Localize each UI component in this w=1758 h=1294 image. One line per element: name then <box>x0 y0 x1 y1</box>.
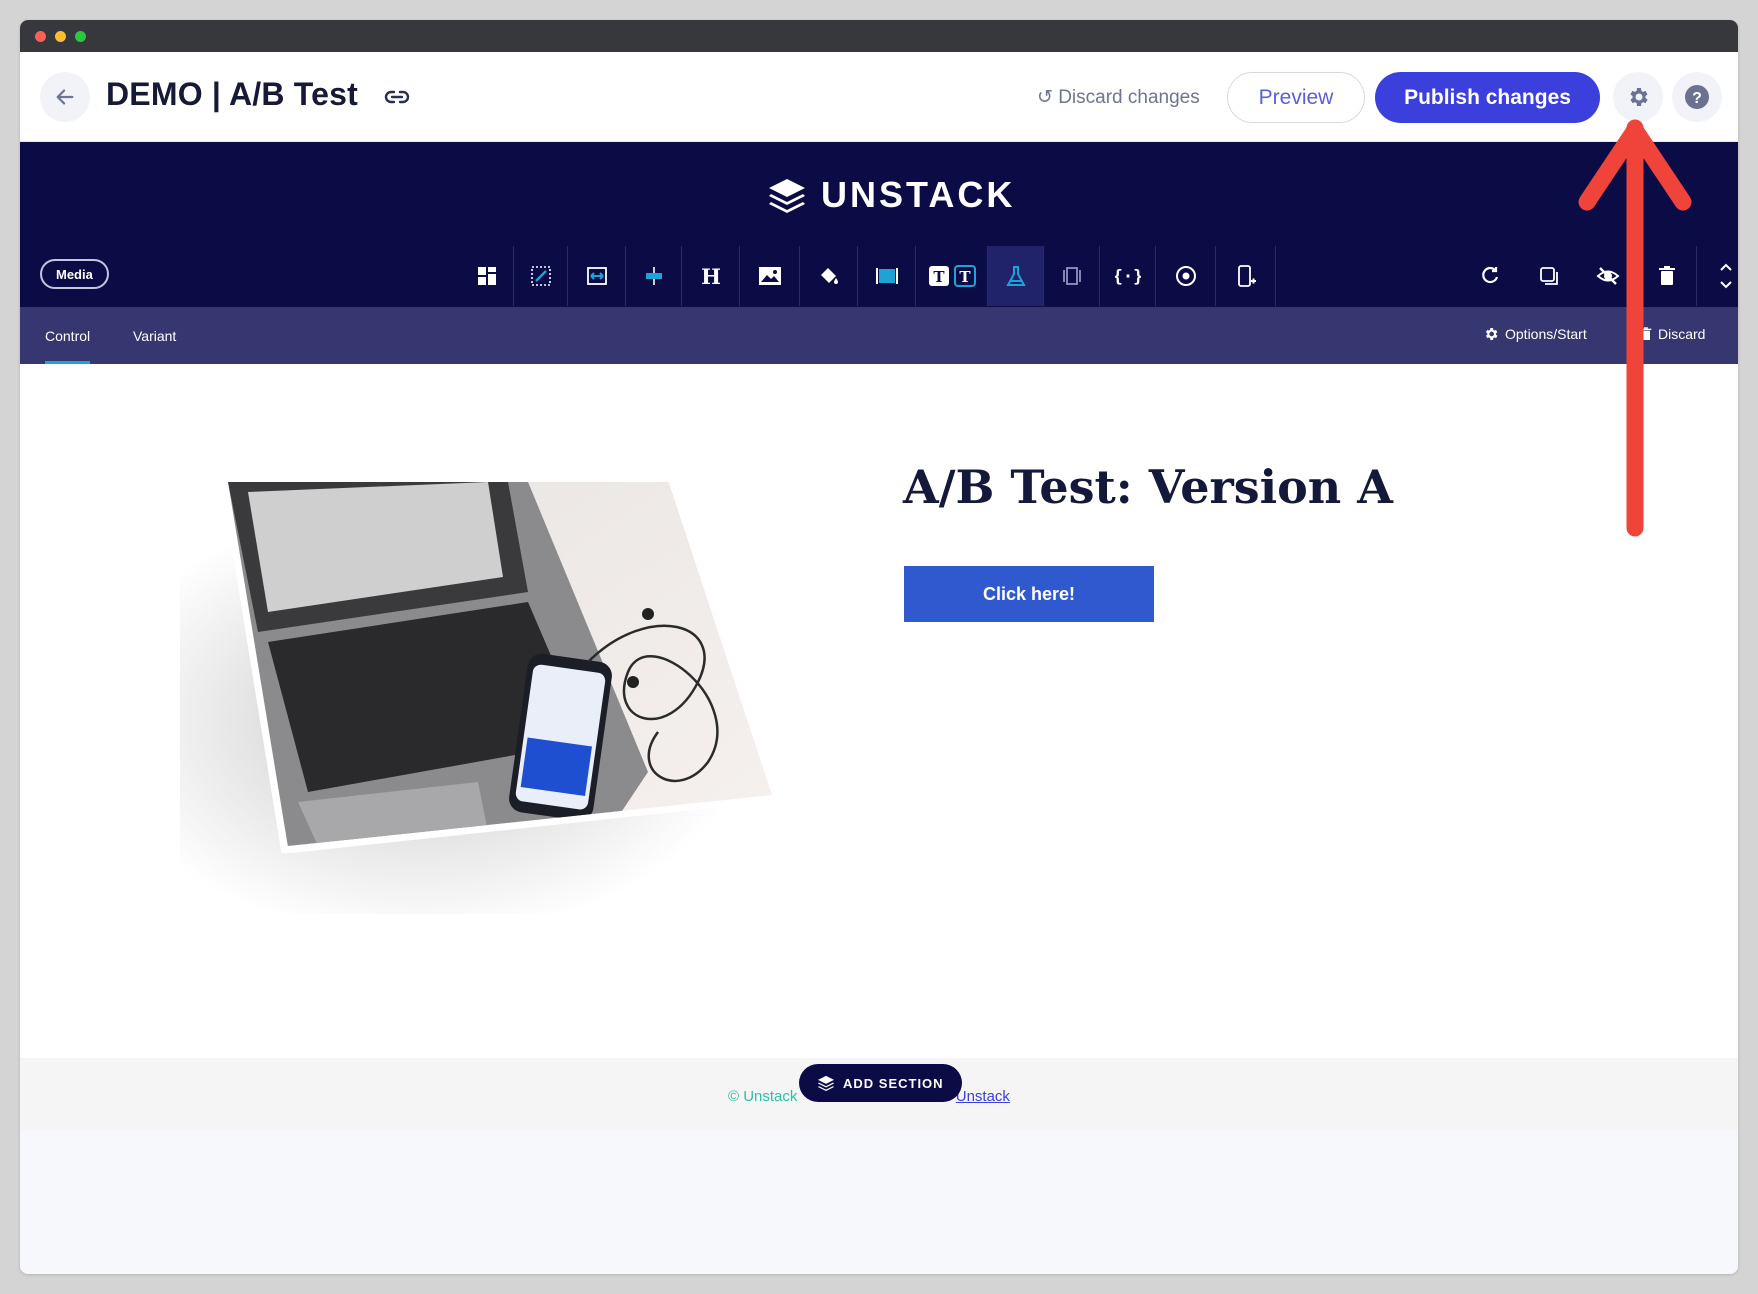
gear-icon <box>1485 328 1498 340</box>
text-style-tool[interactable]: T T <box>916 246 988 306</box>
svg-text:?: ? <box>1692 90 1702 107</box>
ab-test-tool[interactable] <box>988 246 1044 306</box>
options-start-button[interactable]: Options/Start <box>1483 326 1587 342</box>
width-tool[interactable] <box>568 246 626 306</box>
editor-header: DEMO | A/B Test ↺ Discard changes Previe… <box>20 52 1738 142</box>
copy-link-icon[interactable] <box>384 87 410 112</box>
chevron-up-down-icon <box>1720 263 1732 289</box>
stack-logo-icon <box>769 179 805 213</box>
text-style-icon: T <box>928 266 949 286</box>
text-style-alt-icon: T <box>953 265 976 287</box>
annotation-arrow-icon <box>1578 119 1692 537</box>
align-tool[interactable] <box>626 246 682 306</box>
minimize-window-button[interactable] <box>55 31 66 42</box>
page-footer: © Unstack Unstack ADD SECTION <box>20 1058 1738 1130</box>
browser-window: DEMO | A/B Test ↺ Discard changes Previe… <box>20 20 1738 1274</box>
copyright-prefix: © Unstack <box>728 1088 798 1105</box>
target-tool[interactable] <box>1156 246 1216 306</box>
window-titlebar <box>20 20 1738 52</box>
columns-tool[interactable] <box>1044 246 1100 306</box>
site-header-section: UNSTACK Media H T T · <box>20 142 1738 307</box>
hero-image[interactable] <box>180 474 780 914</box>
settings-button[interactable] <box>1613 72 1663 122</box>
add-section-button[interactable]: ADD SECTION <box>799 1064 962 1102</box>
mobile-add-icon <box>1237 265 1256 287</box>
svg-text:T: T <box>959 268 971 286</box>
close-window-button[interactable] <box>35 31 46 42</box>
publish-changes-button[interactable]: Publish changes <box>1375 72 1600 123</box>
cta-button[interactable]: Click here! <box>904 566 1154 622</box>
duplicate-button[interactable] <box>1519 246 1578 306</box>
stack-logo-icon <box>818 1075 834 1091</box>
svg-text:T: T <box>933 268 945 286</box>
refresh-icon <box>1481 266 1498 284</box>
gear-icon <box>1630 88 1648 106</box>
target-icon <box>1175 266 1196 286</box>
page-title: DEMO | A/B Test <box>106 76 358 112</box>
paint-bucket-tool[interactable] <box>800 246 858 306</box>
maximize-window-button[interactable] <box>75 31 86 42</box>
crop-resize-icon <box>530 266 551 286</box>
crop-resize-tool[interactable] <box>514 246 568 306</box>
refresh-button[interactable] <box>1460 246 1519 306</box>
align-icon <box>645 267 662 285</box>
site-logo[interactable]: UNSTACK <box>767 174 1015 216</box>
logo-text: UNSTACK <box>821 174 1016 215</box>
section-toolbar: H T T {·} <box>460 246 1276 306</box>
mobile-add-tool[interactable] <box>1216 246 1276 306</box>
media-label-button[interactable]: Media <box>40 259 109 289</box>
columns-icon <box>1062 267 1081 285</box>
svg-text:{·}: {·} <box>1115 267 1141 287</box>
add-section-label: ADD SECTION <box>843 1075 944 1091</box>
discard-changes-label: Discard changes <box>1058 87 1200 108</box>
tab-control[interactable]: Control <box>45 307 91 364</box>
svg-text:H: H <box>701 265 721 287</box>
question-circle-icon: ? <box>1685 85 1709 109</box>
ab-test-tabs: Control Variant Options/Start Discard <box>20 307 1738 364</box>
help-button[interactable]: ? <box>1672 72 1722 122</box>
background-icon <box>875 268 898 284</box>
arrow-left-icon <box>56 89 74 105</box>
duplicate-icon <box>1539 267 1558 285</box>
unstack-link[interactable]: Unstack <box>956 1088 1010 1105</box>
ab-test-flask-icon <box>1005 266 1026 286</box>
code-icon: {·} <box>1115 267 1141 287</box>
reorder-button[interactable] <box>1696 246 1738 306</box>
layout-tool[interactable] <box>460 246 514 306</box>
discard-changes-link[interactable]: ↺ Discard changes <box>1037 86 1200 109</box>
heading-tool[interactable]: H <box>682 246 740 306</box>
page-section: A/B Test: Version A Click here! <box>20 364 1738 1064</box>
image-tool[interactable] <box>740 246 800 306</box>
image-icon <box>758 267 781 285</box>
background-tool[interactable] <box>858 246 916 306</box>
width-icon <box>586 267 607 285</box>
laptop-phone-photo <box>228 482 772 846</box>
preview-button[interactable]: Preview <box>1227 72 1365 123</box>
heading-icon: H <box>701 265 721 287</box>
tab-variant[interactable]: Variant <box>133 307 176 364</box>
paint-bucket-icon <box>820 268 838 284</box>
back-button[interactable] <box>40 72 90 122</box>
code-tool[interactable]: {·} <box>1100 246 1156 306</box>
undo-icon: ↺ <box>1037 87 1059 108</box>
layout-icon <box>477 267 496 285</box>
section-headline[interactable]: A/B Test: Version A <box>903 460 1393 514</box>
